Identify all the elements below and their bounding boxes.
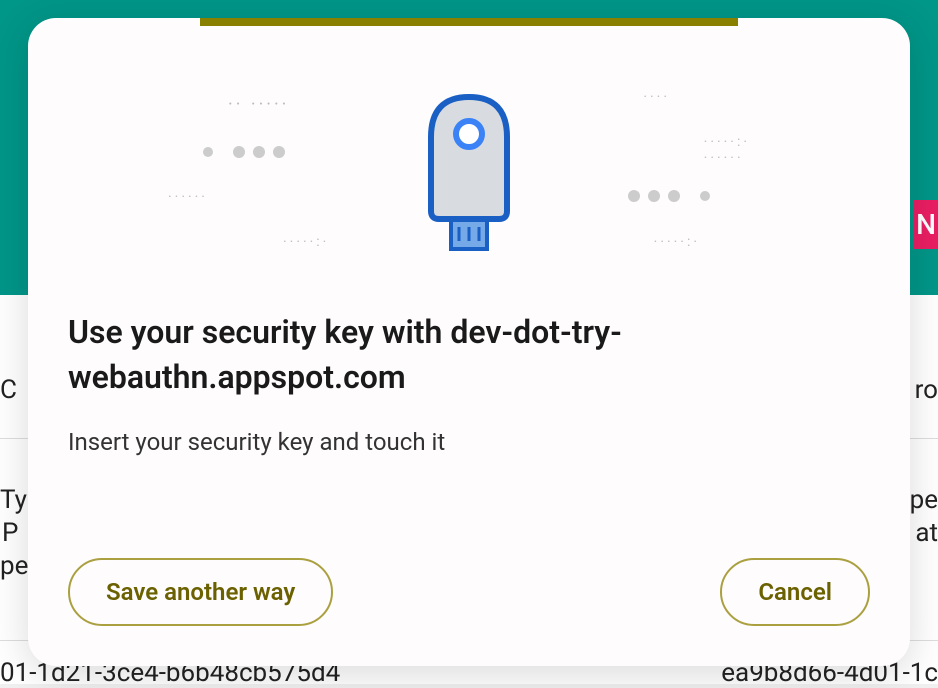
decorative-dots: ·····:· (283, 234, 329, 250)
decorative-dots: ···· (643, 89, 670, 105)
decorative-dots: ·····:· (654, 234, 700, 250)
progress-bar (200, 18, 738, 26)
background-text: pe (910, 485, 938, 515)
background-text: pe (0, 551, 28, 581)
dialog-title: Use your security key with dev-dot-try-w… (68, 310, 870, 400)
security-key-dialog: ·· ····· ······ ···· ·····:······· ·····… (28, 18, 910, 666)
illustration: ·· ····· ······ ···· ·····:······· ·····… (68, 74, 870, 274)
decorative-dots (203, 146, 285, 158)
button-row: Save another way Cancel (68, 558, 870, 626)
dialog-subtitle: Insert your security key and touch it (68, 428, 870, 456)
cancel-button[interactable]: Cancel (720, 558, 870, 626)
decorative-dots: ·····:······· (704, 134, 750, 166)
background-text: at (915, 518, 938, 548)
background-text: C (0, 375, 17, 405)
background-text: P (2, 518, 18, 548)
decorative-dots: ······ (168, 189, 208, 205)
save-another-way-button[interactable]: Save another way (68, 558, 333, 626)
background-text: Ty (0, 485, 27, 515)
decorative-dots (628, 190, 710, 202)
dialog-content: ·· ····· ······ ···· ·····:······· ·····… (28, 18, 910, 666)
security-key-icon (419, 89, 519, 259)
background-text: ro (915, 375, 938, 405)
decorative-dots: ·· ····· (228, 94, 289, 115)
new-badge: N (914, 200, 938, 249)
